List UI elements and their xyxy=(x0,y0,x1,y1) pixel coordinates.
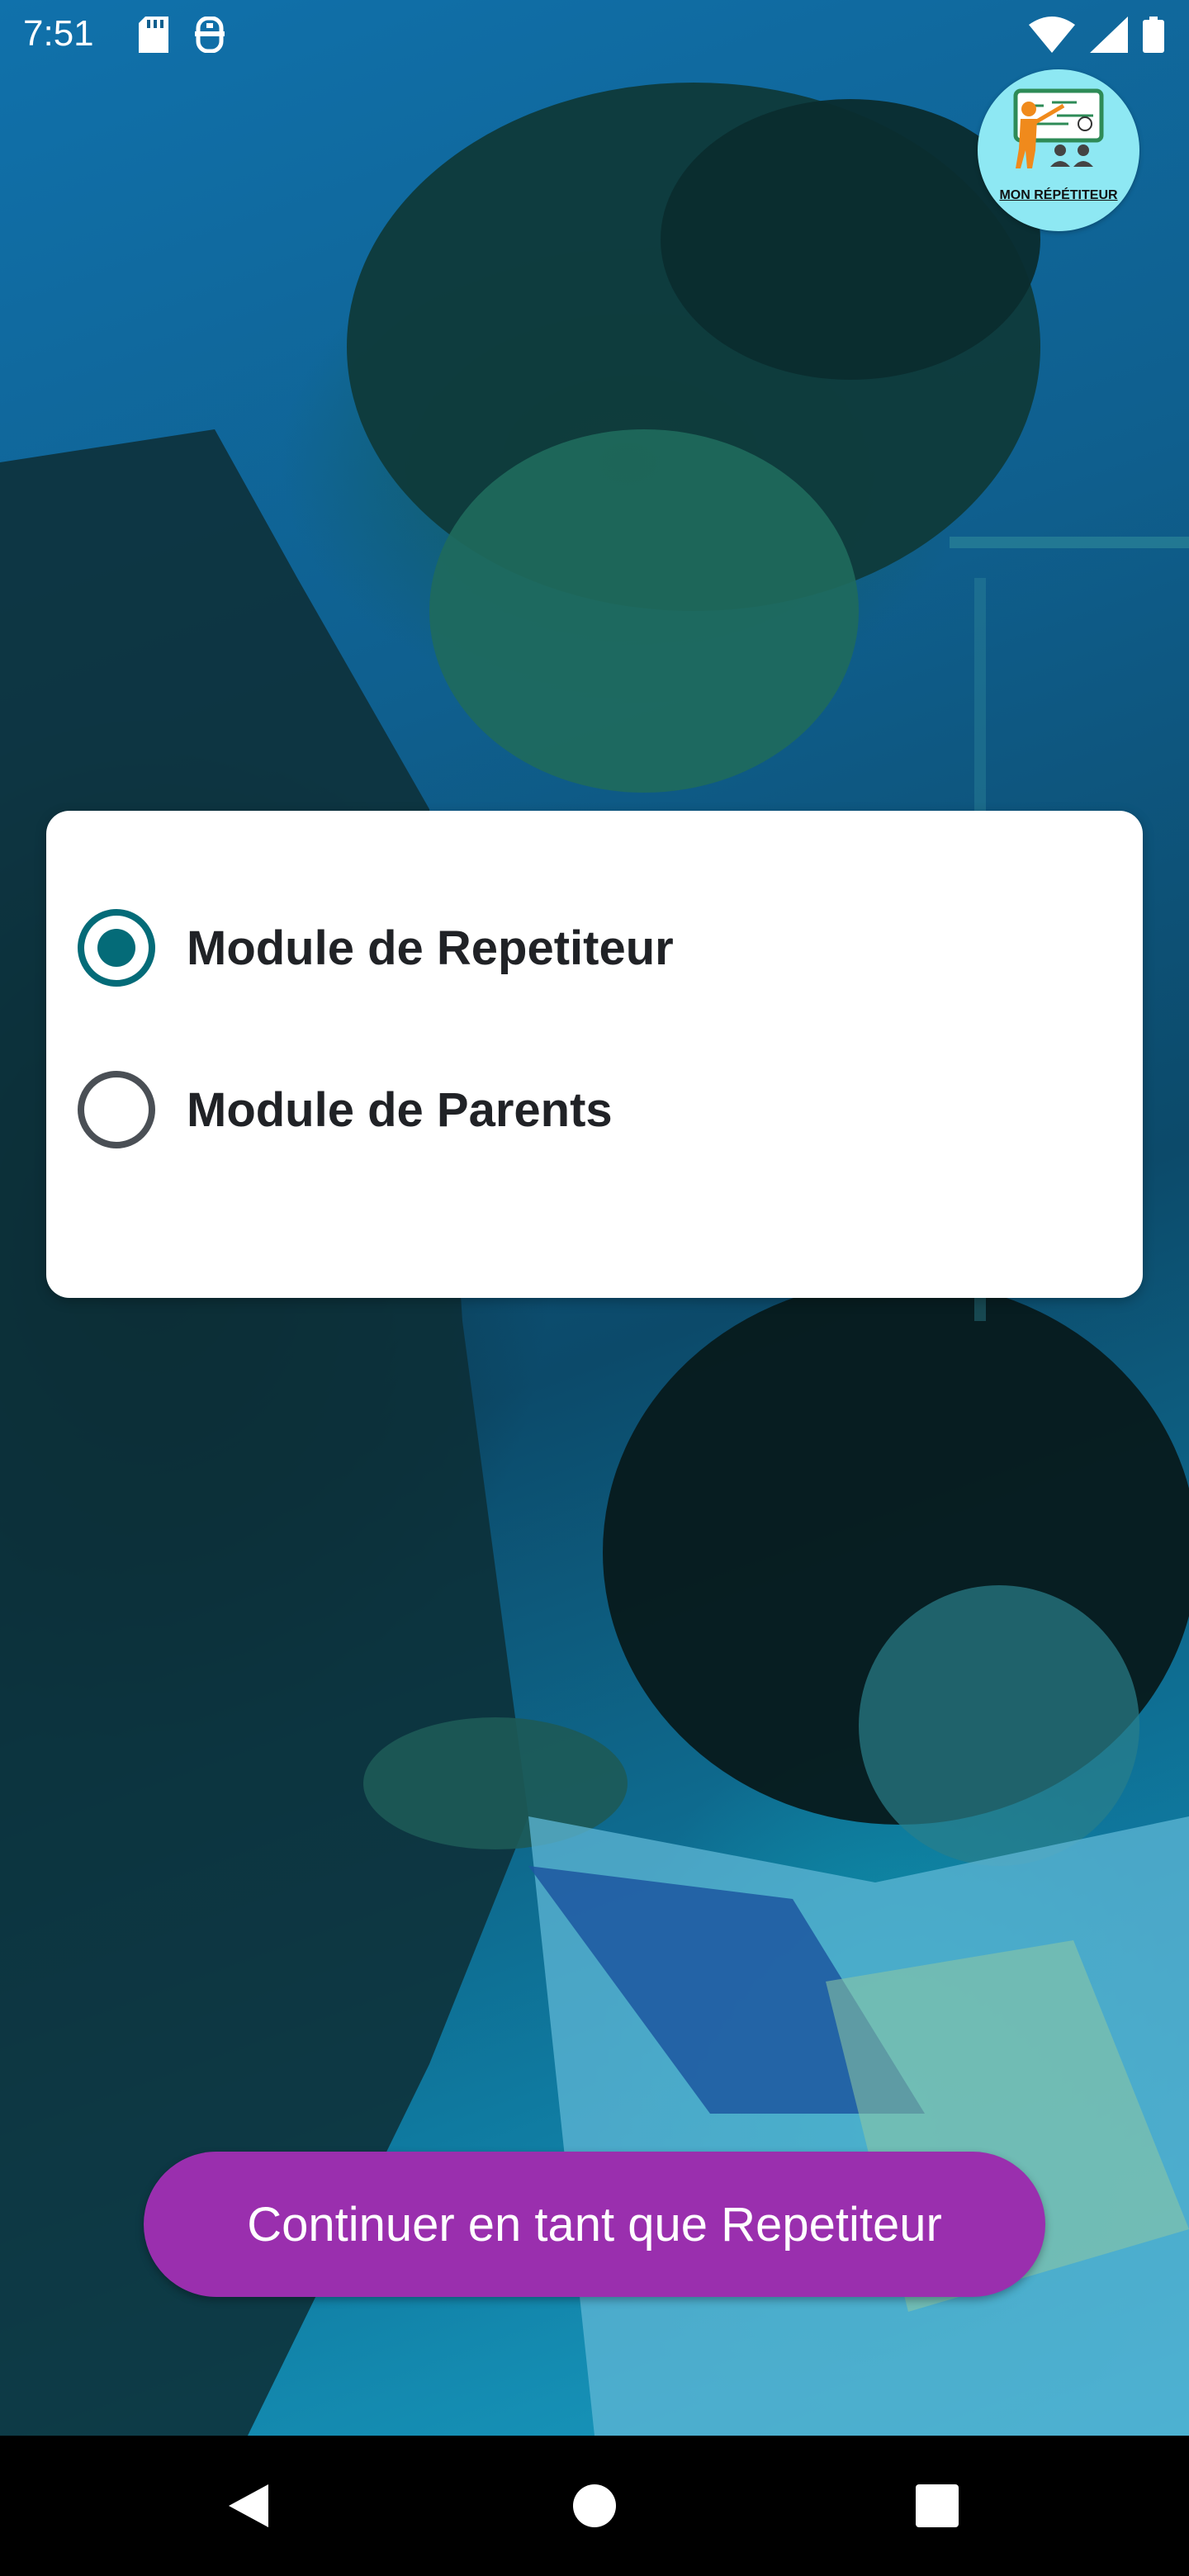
cellular-signal-icon xyxy=(1090,17,1128,62)
teacher-board-icon xyxy=(1013,88,1104,168)
radio-button-unselected[interactable] xyxy=(78,1071,155,1148)
recents-icon xyxy=(916,2484,959,2527)
option-module-parents[interactable]: Module de Parents xyxy=(78,1060,1110,1159)
continue-button[interactable]: Continuer en tant que Repetiteur xyxy=(144,2152,1045,2297)
battery-icon xyxy=(1143,17,1164,62)
status-time: 7:51 xyxy=(23,13,94,54)
option-module-repetiteur[interactable]: Module de Repetiteur xyxy=(78,898,1110,997)
option-label: Module de Repetiteur xyxy=(187,921,674,975)
back-button[interactable] xyxy=(178,2436,319,2576)
module-selection-card: Module de Repetiteur Module de Parents xyxy=(46,811,1143,1298)
home-icon xyxy=(573,2484,616,2527)
navigation-bar xyxy=(0,2436,1189,2576)
app-logo: MON RÉPÉTITEUR xyxy=(978,69,1139,231)
radio-button-selected[interactable] xyxy=(78,909,155,987)
wifi-icon xyxy=(1029,17,1075,62)
home-button[interactable] xyxy=(524,2436,665,2576)
back-icon xyxy=(229,2484,268,2527)
option-label: Module de Parents xyxy=(187,1082,613,1137)
recents-button[interactable] xyxy=(867,2436,1007,2576)
usb-icon xyxy=(193,16,226,62)
logo-text: MON RÉPÉTITEUR xyxy=(999,188,1118,202)
status-bar: 7:51 xyxy=(0,0,1189,69)
sd-card-icon xyxy=(139,17,168,62)
